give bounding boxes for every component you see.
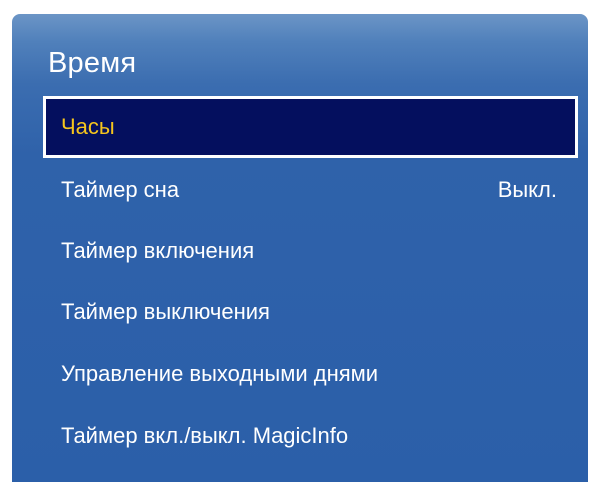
menu-item-label: Часы	[61, 114, 115, 139]
menu-item-label: Таймер сна	[61, 177, 180, 202]
menu-item-value: Выкл.	[497, 177, 557, 202]
menu-item-label: Управление выходными днями	[61, 360, 379, 386]
menu-item-off-timer[interactable]: Таймер выключения	[43, 281, 578, 342]
menu-item-label: Таймер включения	[61, 237, 255, 263]
menu-item-holiday-management[interactable]: Управление выходными днями	[43, 342, 578, 405]
menu-item-sleep-timer[interactable]: Таймер сна Выкл.	[43, 160, 578, 220]
panel-title: Время	[48, 47, 137, 79]
menu-item-clock[interactable]: Часы	[43, 96, 578, 158]
time-menu-panel: Время Часы Таймер сна Выкл. Таймер включ…	[12, 14, 588, 482]
menu-item-label: Таймер вкл./выкл. MagicInfo	[61, 422, 349, 448]
menu-item-magicinfo-timer[interactable]: Таймер вкл./выкл. MagicInfo	[43, 405, 578, 466]
menu-item-on-timer[interactable]: Таймер включения	[43, 220, 578, 281]
time-menu-list: Часы Таймер сна Выкл. Таймер включения Т…	[43, 96, 578, 466]
menu-item-label: Таймер выключения	[61, 298, 270, 324]
